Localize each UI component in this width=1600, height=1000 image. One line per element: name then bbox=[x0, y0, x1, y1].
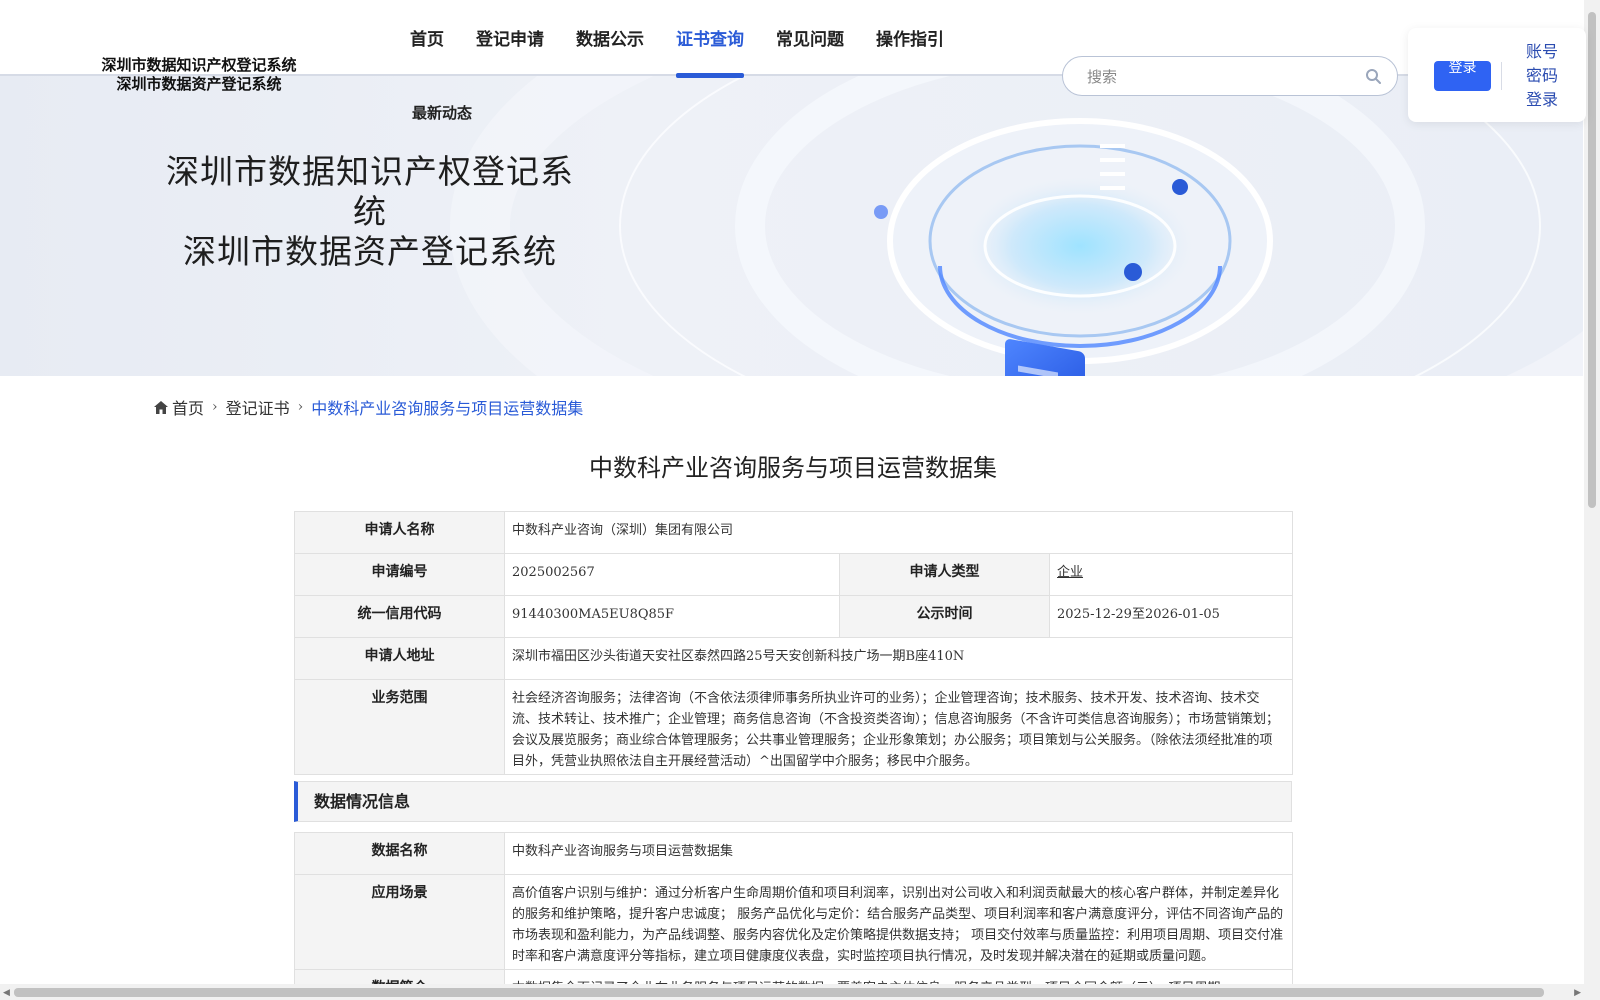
scroll-right-icon[interactable]: ▶ bbox=[1574, 988, 1581, 998]
applicant-type-cell: 企业 bbox=[1049, 553, 1293, 596]
breadcrumb-current: 中数科产业咨询服务与项目运营数据集 bbox=[311, 399, 584, 418]
data-info-table: 数据名称 中数科产业咨询服务与项目运营数据集 应用场景 高价值客户识别与维护：通… bbox=[294, 832, 1293, 1000]
applicant-info-table: 申请人名称 中数科产业咨询（深圳）集团有限公司 申请编号 2025002567 … bbox=[294, 511, 1293, 775]
business-scope-label: 业务范围 bbox=[294, 679, 505, 775]
horizontal-scroll-thumb[interactable] bbox=[14, 988, 1544, 997]
password-login-line-2: 密码 bbox=[1526, 66, 1559, 85]
table-row: 数据名称 中数科产业咨询服务与项目运营数据集 bbox=[294, 832, 1293, 875]
applicant-address-label: 申请人地址 bbox=[294, 637, 505, 680]
banner-title-line-2: 深圳市数据资产登记系统 bbox=[183, 232, 557, 271]
applicant-name-value: 中数科产业咨询（深圳）集团有限公司 bbox=[504, 511, 1293, 554]
data-info-section-heading: 数据情况信息 bbox=[294, 781, 1292, 822]
scroll-left-icon[interactable]: ◀ bbox=[3, 988, 10, 998]
table-row: 应用场景 高价值客户识别与维护：通过分析客户生命周期价值和项目利润率，识别出对公… bbox=[294, 874, 1293, 970]
breadcrumb-home[interactable]: 首页 bbox=[172, 395, 204, 419]
banner-title-line-1: 深圳市数据知识产权登记系统 bbox=[166, 152, 574, 231]
logo-line-2: 深圳市数据资产登记系统 bbox=[116, 75, 282, 93]
page-title: 中数科产业咨询服务与项目运营数据集 bbox=[589, 454, 997, 482]
nav-certificate-query[interactable]: 证书查询 bbox=[676, 0, 744, 78]
nav-register-apply[interactable]: 登记申请 bbox=[476, 0, 544, 76]
nav-home[interactable]: 首页 bbox=[410, 0, 444, 76]
password-login-link[interactable]: 账号 密码 登录 bbox=[1526, 40, 1566, 112]
nav-data-public[interactable]: 数据公示 bbox=[576, 0, 644, 76]
application-no-label: 申请编号 bbox=[294, 553, 505, 596]
applicant-type-label: 申请人类型 bbox=[839, 553, 1050, 596]
table-row: 统一信用代码 91440300MA5EU8Q85F 公示时间 2025-12-2… bbox=[294, 595, 1293, 638]
data-name-label: 数据名称 bbox=[294, 832, 505, 875]
publicity-period-label: 公示时间 bbox=[839, 595, 1050, 638]
horizontal-scrollbar[interactable]: ◀ ▶ bbox=[0, 984, 1584, 1000]
chevron-right-icon: › bbox=[297, 399, 304, 415]
search-icon[interactable] bbox=[1365, 68, 1381, 84]
credit-code-value: 91440300MA5EU8Q85F bbox=[504, 595, 840, 638]
nav-faq[interactable]: 常见问题 bbox=[776, 0, 844, 76]
password-login-line-1: 账号 bbox=[1526, 42, 1559, 61]
breadcrumb: 首页 › 登记证书 › 中数科产业咨询服务与项目运营数据集 bbox=[154, 395, 583, 419]
applicant-name-label: 申请人名称 bbox=[294, 511, 505, 554]
search-box bbox=[1062, 56, 1398, 96]
table-row: 申请人名称 中数科产业咨询（深圳）集团有限公司 bbox=[294, 511, 1293, 554]
site-logo[interactable]: 深圳市数据知识产权登记系统 深圳市数据资产登记系统 bbox=[94, 56, 304, 94]
login-button[interactable]: 登录 bbox=[1434, 61, 1491, 91]
main-nav: 首页 登记申请 数据公示 证书查询 常见问题 操作指引 bbox=[410, 0, 976, 78]
search-input[interactable] bbox=[1087, 66, 1357, 88]
credit-code-label: 统一信用代码 bbox=[294, 595, 505, 638]
table-row: 申请人地址 深圳市福田区沙头街道天安社区泰然四路25号天安创新科技广场一期B座4… bbox=[294, 637, 1293, 680]
table-row: 申请编号 2025002567 申请人类型 企业 bbox=[294, 553, 1293, 596]
nav-guide[interactable]: 操作指引 bbox=[876, 0, 944, 76]
login-divider bbox=[1501, 62, 1502, 90]
table-row: 业务范围 社会经济咨询服务；法律咨询（不含依法须律师事务所执业许可的业务）；企业… bbox=[294, 679, 1293, 775]
breadcrumb-certificates[interactable]: 登记证书 bbox=[226, 395, 290, 419]
applicant-address-value: 深圳市福田区沙头街道天安社区泰然四路25号天安创新科技广场一期B座410N bbox=[504, 637, 1293, 680]
application-scene-label: 应用场景 bbox=[294, 874, 505, 970]
chevron-right-icon: › bbox=[212, 399, 218, 415]
data-name-value: 中数科产业咨询服务与项目运营数据集 bbox=[504, 832, 1293, 875]
nav-latest-news[interactable]: 最新动态 bbox=[412, 102, 472, 123]
logo-line-1: 深圳市数据知识产权登记系统 bbox=[101, 56, 297, 74]
vertical-scrollbar[interactable] bbox=[1584, 0, 1600, 1000]
application-no-value: 2025002567 bbox=[504, 553, 840, 596]
home-icon bbox=[154, 400, 168, 414]
password-login-line-3: 登录 bbox=[1526, 90, 1559, 109]
applicant-type-value[interactable]: 企业 bbox=[1057, 565, 1083, 580]
business-scope-value: 社会经济咨询服务；法律咨询（不含依法须律师事务所执业许可的业务）；企业管理咨询；… bbox=[504, 679, 1293, 775]
login-panel: 登录 账号 密码 登录 bbox=[1408, 28, 1586, 122]
banner-title: 深圳市数据知识产权登记系统 深圳市数据资产登记系统 bbox=[160, 152, 580, 272]
hero-banner: 深圳市数据知识产权登记系统 深圳市数据资产登记系统 bbox=[0, 76, 1583, 376]
application-scene-value: 高价值客户识别与维护：通过分析客户生命周期价值和项目利润率，识别出对公司收入和利… bbox=[504, 874, 1293, 970]
publicity-period-value: 2025-12-29至2026-01-05 bbox=[1049, 595, 1293, 638]
vertical-scroll-thumb[interactable] bbox=[1588, 12, 1596, 508]
